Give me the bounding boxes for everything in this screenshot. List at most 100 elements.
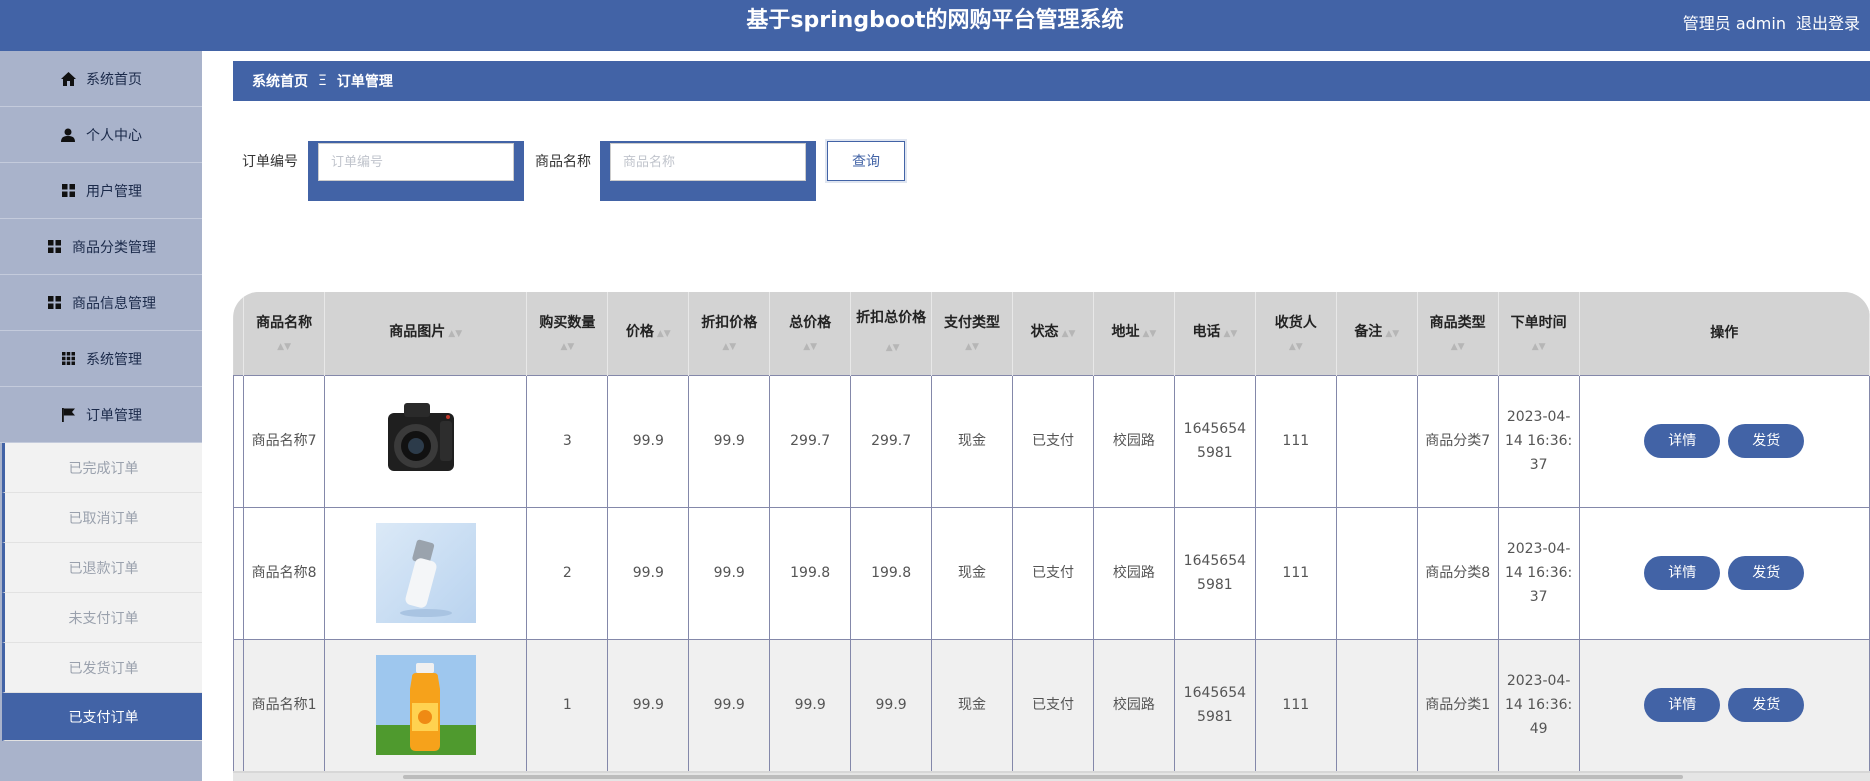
table-row: 商品名称7 3 99.9 99.9 299.7 299.7 现金 已支付 校园路…	[233, 374, 1870, 507]
sidebar-sub-cancelled[interactable]: 已取消订单	[2, 493, 202, 543]
col-header-actions: 操作	[1579, 292, 1870, 375]
cell-discount-price: 99.9	[688, 638, 771, 771]
cell-status: 已支付	[1012, 506, 1094, 639]
sidebar-sub-completed[interactable]: 已完成订单	[2, 443, 202, 493]
user-area: 管理员 admin 退出登录	[1683, 10, 1870, 34]
cell-total: 99.9	[769, 638, 852, 771]
breadcrumb-home[interactable]: 系统首页	[252, 71, 308, 91]
query-button[interactable]: 查询	[827, 141, 905, 181]
cell-pay-type: 现金	[931, 638, 1014, 771]
col-header-pay-type[interactable]: 支付类型 ▲▼	[931, 292, 1014, 375]
cell-price: 99.9	[607, 374, 690, 507]
ship-button[interactable]: 发货	[1728, 556, 1805, 590]
scrollbar-thumb[interactable]	[403, 775, 1683, 779]
sidebar-item-system[interactable]: 系统管理	[0, 331, 202, 387]
sidebar-sub-paid[interactable]: 已支付订单	[2, 693, 202, 741]
sidebar-sub-shipped[interactable]: 已发货订单	[2, 643, 202, 693]
cell-remark	[1336, 506, 1418, 639]
col-header-receiver[interactable]: 收货人 ▲▼	[1255, 292, 1337, 375]
sidebar-item-users[interactable]: 用户管理	[0, 163, 202, 219]
product-image-juice	[375, 655, 476, 756]
detail-button[interactable]: 详情	[1644, 688, 1721, 723]
sidebar-item-profile[interactable]: 个人中心	[0, 107, 202, 163]
col-header-phone[interactable]: 电话 ▲▼	[1174, 292, 1256, 375]
col-header-price[interactable]: 价格 ▲▼	[607, 292, 690, 375]
cell-category: 商品分类1	[1417, 638, 1499, 771]
sidebar-item-orders[interactable]: 订单管理	[0, 387, 202, 443]
header-spacer	[233, 292, 245, 375]
top-header: 基于springboot的网购平台管理系统 管理员 admin 退出登录	[0, 0, 1870, 51]
table-row: 商品名称8 2 99.9 99.9 199.8 199.8 现金 已支付 校园路…	[233, 506, 1870, 639]
person-icon	[60, 127, 76, 143]
row-spacer	[233, 374, 245, 507]
cell-product-name: 商品名称1	[243, 638, 326, 771]
cell-category: 商品分类8	[1417, 506, 1499, 639]
table-row: 商品名称1 1 99.9 99.9 99.9 99.9 现金 已支付 校园路 1…	[233, 638, 1870, 771]
col-header-status[interactable]: 状态 ▲▼	[1012, 292, 1094, 375]
cell-status: 已支付	[1012, 638, 1094, 771]
breadcrumb-separator: Ξ	[318, 73, 327, 89]
orders-table: 商品名称 ▲▼ 商品图片 ▲▼ 购买数量 ▲▼ 价格 ▲▼ 折扣价格 ▲▼ 总价格 ▲▼ 折…	[233, 292, 1870, 771]
cell-address: 校园路	[1093, 506, 1175, 639]
col-header-remark[interactable]: 备注 ▲▼	[1336, 292, 1418, 375]
order-no-input[interactable]	[318, 143, 514, 181]
app-title: 基于springboot的网购平台管理系统	[746, 8, 1124, 33]
product-image-camera	[375, 391, 476, 491]
admin-label: 管理员 admin	[1682, 14, 1786, 33]
cell-address: 校园路	[1093, 638, 1175, 771]
product-name-input[interactable]	[610, 143, 806, 181]
ship-button[interactable]: 发货	[1728, 688, 1805, 723]
cell-order-time: 2023-04-14 16:36:49	[1498, 638, 1580, 771]
cell-quantity: 3	[526, 374, 609, 507]
horizontal-scrollbar[interactable]	[233, 773, 1870, 781]
cell-category: 商品分类7	[1417, 374, 1499, 507]
cell-quantity: 2	[526, 506, 609, 639]
sidebar-item-category[interactable]: 商品分类管理	[0, 219, 202, 275]
cell-product-image	[324, 374, 528, 507]
detail-button[interactable]: 详情	[1644, 424, 1721, 458]
cell-quantity: 1	[526, 638, 609, 771]
cell-discount-total: 199.8	[850, 506, 933, 639]
col-header-address[interactable]: 地址 ▲▼	[1093, 292, 1175, 375]
cell-pay-type: 现金	[931, 506, 1014, 639]
cell-receiver: 111	[1255, 374, 1337, 507]
sidebar-item-home[interactable]: 系统首页	[0, 51, 202, 107]
cell-product-image	[324, 506, 528, 639]
cell-status: 已支付	[1012, 374, 1094, 507]
col-header-total[interactable]: 总价格 ▲▼	[769, 292, 852, 375]
sidebar-item-label: 系统管理	[86, 351, 142, 368]
cell-order-time: 2023-04-14 16:36:37	[1498, 506, 1580, 639]
cell-phone: 16456545981	[1174, 374, 1256, 507]
col-header-discount-price[interactable]: 折扣价格 ▲▼	[688, 292, 771, 375]
cell-actions: 详情 发货	[1579, 638, 1870, 771]
logout-link[interactable]: 退出登录	[1796, 14, 1860, 33]
flag-icon	[60, 407, 76, 423]
sidebar-sub-unpaid[interactable]: 未支付订单	[2, 593, 202, 643]
detail-button[interactable]: 详情	[1644, 556, 1721, 590]
col-header-product-name[interactable]: 商品名称 ▲▼	[243, 292, 326, 375]
sidebar-sub-refunded[interactable]: 已退款订单	[2, 543, 202, 593]
grid-icon	[46, 239, 62, 255]
cell-phone: 16456545981	[1174, 506, 1256, 639]
col-header-order-time[interactable]: 下单时间 ▲▼	[1498, 292, 1580, 375]
table-header-row: 商品名称 ▲▼ 商品图片 ▲▼ 购买数量 ▲▼ 价格 ▲▼ 折扣价格 ▲▼ 总价格 ▲▼ 折…	[233, 292, 1870, 375]
breadcrumb: 系统首页 Ξ 订单管理	[233, 61, 1870, 101]
grid-icon	[46, 295, 62, 311]
sidebar-item-label: 系统首页	[86, 71, 142, 88]
order-no-box	[308, 141, 524, 201]
col-header-discount-total[interactable]: 折扣总价格▲▼	[850, 292, 933, 375]
cell-discount-total: 299.7	[850, 374, 933, 507]
col-header-quantity[interactable]: 购买数量 ▲▼	[526, 292, 609, 375]
sidebar-item-product[interactable]: 商品信息管理	[0, 275, 202, 331]
grid-icon	[60, 183, 76, 199]
apps-icon	[60, 351, 76, 367]
col-header-category[interactable]: 商品类型 ▲▼	[1417, 292, 1499, 375]
cell-product-image	[324, 638, 528, 771]
cell-phone: 16456545981	[1174, 638, 1256, 771]
cell-discount-price: 99.9	[688, 506, 771, 639]
product-name-label: 商品名称	[535, 154, 591, 170]
cell-pay-type: 现金	[931, 374, 1014, 507]
ship-button[interactable]: 发货	[1728, 424, 1805, 458]
sidebar-item-label: 商品分类管理	[72, 239, 156, 256]
col-header-product-image[interactable]: 商品图片 ▲▼	[324, 292, 528, 375]
